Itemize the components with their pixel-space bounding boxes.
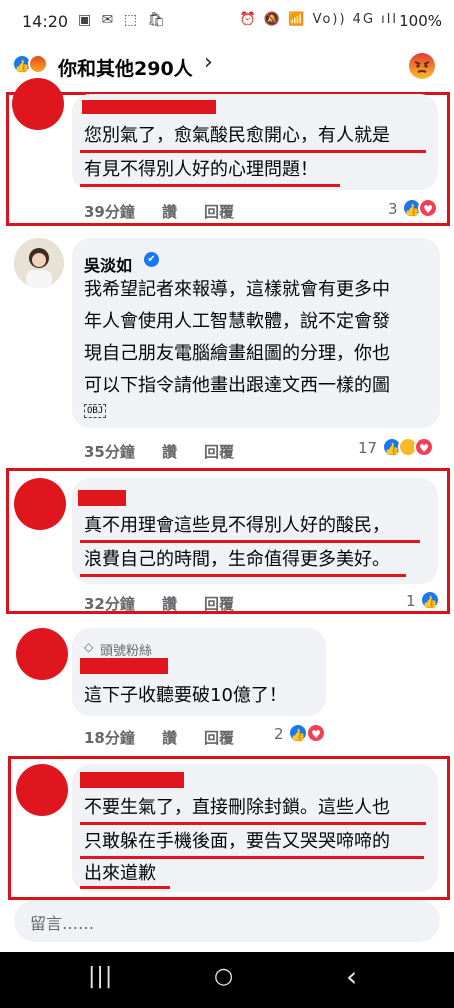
comment-text-line: 浪費自己的時間，生命值得更多美好。 xyxy=(84,549,390,570)
reaction-count[interactable]: 3 xyxy=(388,200,398,218)
angry-icon[interactable] xyxy=(408,52,436,80)
underline-mark xyxy=(80,822,426,825)
like-button[interactable]: 讚 xyxy=(162,201,177,222)
comment-input-placeholder: 留言…… xyxy=(30,914,95,933)
back-icon[interactable]: ‹ xyxy=(346,960,357,993)
comment-text-line: 現自己朋友電腦繪畫組圖的分理，你也 xyxy=(84,343,390,364)
comment-time: 39分鐘 xyxy=(84,203,135,221)
like-button[interactable]: 讚 xyxy=(162,441,177,462)
reply-button[interactable]: 回覆 xyxy=(204,727,234,748)
notification-icons: ▣ ✉ ⬚ 🛍 xyxy=(78,12,169,28)
reaction-count[interactable]: 2 xyxy=(274,725,284,743)
home-icon[interactable]: ○ xyxy=(214,964,233,989)
comment-text-line: 您別氣了，愈氣酸民愈開心，有人就是 xyxy=(84,125,390,146)
avatar[interactable] xyxy=(14,238,64,288)
reply-button[interactable]: 回覆 xyxy=(204,593,234,614)
chevron-right-icon[interactable]: › xyxy=(204,50,213,75)
heart-icon: ♥ xyxy=(306,723,326,743)
underline-mark xyxy=(80,184,340,187)
reactions-header[interactable]: 👍 你和其他290人 › xyxy=(0,40,454,92)
obj-placeholder: OBJ xyxy=(84,404,107,418)
avatar[interactable] xyxy=(16,628,68,680)
like-button[interactable]: 讚 xyxy=(162,727,177,748)
reactions-summary[interactable]: 你和其他290人 xyxy=(58,54,193,81)
comment-text-line: 只敢躲在手機後面，要告又哭哭啼啼的 xyxy=(84,831,390,852)
diamond-icon: ◇ xyxy=(84,640,94,654)
like-icon: 👍 xyxy=(288,723,308,743)
redacted-author xyxy=(78,490,126,506)
status-time: 14:20 xyxy=(22,12,69,31)
verified-icon: ✔ xyxy=(144,252,159,267)
comment-text-line: 年人會使用人工智慧軟體，說不定會發 xyxy=(84,311,390,332)
reaction-count[interactable]: 1 xyxy=(406,592,416,610)
comment-text-line: 可以下指令請他畫出跟達文西一樣的圖 xyxy=(84,375,390,396)
like-icon: 👍 xyxy=(420,590,440,610)
angry-icon xyxy=(28,54,48,74)
heart-icon: ♥ xyxy=(414,437,434,457)
redacted-author xyxy=(80,658,168,674)
avatar[interactable] xyxy=(12,78,64,130)
comment-text-line: 這下子收聽要破10億了！ xyxy=(84,685,287,706)
system-nav-bar: ||| ○ ‹ xyxy=(0,952,454,1008)
reply-button[interactable]: 回覆 xyxy=(204,441,234,462)
underline-mark xyxy=(80,886,170,889)
avatar[interactable] xyxy=(16,764,68,816)
underline-mark xyxy=(80,574,406,577)
system-icons: ⏰ 🔕 📶 Vo)) 4G ıll xyxy=(239,12,398,27)
status-bar: 14:20 ▣ ✉ ⬚ 🛍 ⏰ 🔕 📶 Vo)) 4G ıll 100% xyxy=(0,0,454,40)
comment-text-line: 有見不得別人好的心理問題！ xyxy=(84,159,318,180)
comment-time: 35分鐘 xyxy=(84,443,135,461)
heart-icon: ♥ xyxy=(418,198,438,218)
comment-text-line: 真不用理會這些見不得別人好的酸民， xyxy=(84,515,390,536)
redacted-author xyxy=(80,772,184,788)
comment-time: 32分鐘 xyxy=(84,595,135,613)
comment-input[interactable]: 留言…… xyxy=(14,900,440,942)
comment-text-line: 我希望記者來報導，這樣就會有更多中 xyxy=(84,279,390,300)
comment-time: 18分鐘 xyxy=(84,729,135,747)
battery-level: 100% xyxy=(399,12,442,30)
comment-author[interactable]: 吳淡如 xyxy=(84,252,132,276)
reaction-count[interactable]: 17 xyxy=(358,439,377,457)
redacted-author xyxy=(82,100,216,114)
like-button[interactable]: 讚 xyxy=(162,593,177,614)
top-fan-badge: 頭號粉絲 xyxy=(100,644,153,659)
underline-mark xyxy=(80,540,420,543)
header-reactions: 👍 xyxy=(12,54,54,76)
avatar[interactable] xyxy=(14,478,66,530)
reply-button[interactable]: 回覆 xyxy=(204,201,234,222)
recents-icon[interactable]: ||| xyxy=(88,964,113,989)
comment-text-line: 不要生氣了，直接刪除封鎖。這些人也 xyxy=(84,797,390,818)
underline-mark xyxy=(80,150,426,153)
